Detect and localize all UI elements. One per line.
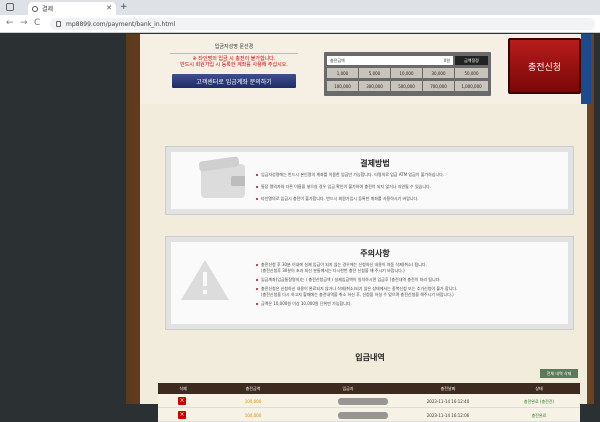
status-cell: 충전완료 (충전전): [523, 399, 555, 404]
list-subline: (충전신청후 30분이 초과 되신 분들께서는 다시한번 충전 신청을 해 주시…: [261, 268, 405, 273]
payment-method-title: 결제방법: [360, 159, 390, 168]
status-cell: 충전완료: [531, 413, 547, 418]
column-header: 입금자: [342, 385, 354, 391]
charge-request-button[interactable]: 충전신청: [508, 38, 581, 94]
table-row: × 100,000 2023-11-14 16:12:40 충전완료 (충전전): [158, 394, 580, 408]
notice-text: ※ 타인명의 입금 시 충전이 불가합니다. 반드시 회원가입 시 등록한 계좌…: [172, 56, 296, 68]
list-subline: (충전신청을 다시 하고자 할때에는 충전내역을 취소 하신 후, 신청을 하실…: [261, 292, 454, 297]
delete-icon[interactable]: ×: [178, 411, 186, 419]
globe-icon: [32, 5, 38, 12]
payment-method-list: 입금자성명에는 반드시 본인명의 계좌를 이용한 입금만 가능합니다. 타명의로…: [256, 172, 566, 202]
caution-list: 충전신청 후 30분 이내에 실제 입금이 되지 않는 경우에는 신청하신 내용…: [256, 262, 566, 307]
amount-button[interactable]: 700,000: [423, 81, 454, 91]
column-header: 삭제: [179, 385, 187, 391]
amount-button[interactable]: 1,000,000: [455, 81, 488, 91]
divider: [170, 53, 298, 54]
amount-label: 충전금액: [330, 57, 345, 63]
list-item: 타인명의로 입금시 충전이 불가합니다. 반드시 회원가입시 등록한 계좌를 사…: [256, 196, 566, 202]
amount-cell: 100,000: [244, 399, 262, 404]
content-layer: 입금자성명 문선경 ※ 타인명의 입금 시 충전이 불가합니다. 반드시 회원가…: [0, 34, 600, 422]
browser-tab[interactable]: 결제 ✕: [28, 2, 116, 15]
caution-title: 주의사항: [360, 249, 390, 258]
date-cell: 2023-11-14 16:12:06: [426, 413, 470, 418]
wallet-icon: [198, 156, 245, 198]
column-header: 충전금액: [245, 385, 261, 391]
column-header: 상태: [535, 385, 543, 391]
list-item: 입금자성명에는 반드시 본인명의 계좌를 이용한 입금만 가능합니다. 타명의로…: [256, 172, 566, 178]
amount-button[interactable]: 10,000: [391, 68, 422, 78]
list-item: 충전신청은 신청하신 내용이 완료되지 않거나 삭제(취소)되기 않은 상태에서…: [256, 286, 566, 292]
amount-button[interactable]: 50,000: [455, 68, 488, 78]
history-table-header: 삭제 충전금액 입금자 충전날짜 상태: [158, 383, 580, 394]
table-row: × 100,000 2023-11-14 16:12:06 충전완료: [158, 408, 580, 422]
tab-title: 결제: [42, 6, 54, 13]
payment-method-box: 결제방법 입금자성명에는 반드시 본인명의 계좌를 이용한 입금만 가능합니다.…: [165, 146, 574, 215]
lock-icon: [56, 21, 61, 27]
amount-button[interactable]: 100,000: [327, 81, 358, 91]
list-item: 충전신청 후 30분 이내에 실제 입금이 되지 않는 경우에는 신청하신 내용…: [256, 262, 566, 268]
amount-value: 0원: [443, 57, 450, 63]
amount-button[interactable]: 300,000: [359, 81, 390, 91]
depositor-name: 입금자성명 문선경: [214, 44, 254, 50]
browser-tab-bar: 결제 ✕ +: [0, 0, 600, 15]
delete-all-history-button[interactable]: 전체 내역 삭제: [540, 369, 578, 378]
tab-search-icon[interactable]: [6, 3, 14, 11]
url-field[interactable]: mp8899.com/payment/bank_in.html: [50, 18, 595, 30]
list-item: 금액은 10,000원 이상 10,000원 단위만 가능합니다.: [256, 301, 566, 307]
amount-cell: 100,000: [244, 413, 262, 418]
contact-support-button[interactable]: 고객센터로 입금계좌 문의하기: [172, 74, 296, 88]
notice-line-2: 반드시 회원가입 시 등록한 계좌를 사용해 주십시오.: [180, 62, 288, 68]
amount-reset-button[interactable]: 금액정정: [455, 56, 488, 65]
list-item: 입금계좌(입금통장명의)는 / 충전신청금액 / 실제입금액이 일치하시면 입금…: [256, 277, 566, 283]
forward-icon[interactable]: →: [20, 18, 28, 28]
amount-button[interactable]: 5,000: [359, 68, 390, 78]
close-tab-icon[interactable]: ✕: [106, 4, 112, 12]
url-text: mp8899.com/payment/bank_in.html: [66, 20, 176, 28]
caution-box: 주의사항 충전신청 후 30분 이내에 실제 입금이 되지 않는 경우에는 신청…: [165, 236, 574, 330]
amount-button[interactable]: 500,000: [391, 81, 422, 91]
redacted-depositor: [338, 412, 388, 419]
amount-button[interactable]: 1,000: [327, 68, 358, 78]
date-cell: 2023-11-14 16:12:40: [426, 399, 470, 404]
list-item: 통장 명의자와 다른 이름을 넣으실 경우 입금 확인이 불가하여 충전이 되지…: [256, 184, 566, 190]
address-bar: ← → C mp8899.com/payment/bank_in.html: [0, 15, 600, 33]
new-tab-button[interactable]: +: [120, 2, 128, 12]
history-title: 입금내역: [355, 353, 385, 362]
decorative-ribbon: [581, 34, 591, 104]
back-icon[interactable]: ←: [6, 18, 14, 28]
amount-panel: 충전금액 0원 금액정정 1,000 5,000 10,000 30,000 5…: [324, 52, 491, 96]
amount-input[interactable]: 충전금액 0원: [327, 56, 453, 65]
amount-button[interactable]: 30,000: [423, 68, 454, 78]
reload-icon[interactable]: C: [34, 18, 40, 28]
warning-icon: [181, 260, 229, 300]
column-header: 충전날짜: [440, 385, 456, 391]
